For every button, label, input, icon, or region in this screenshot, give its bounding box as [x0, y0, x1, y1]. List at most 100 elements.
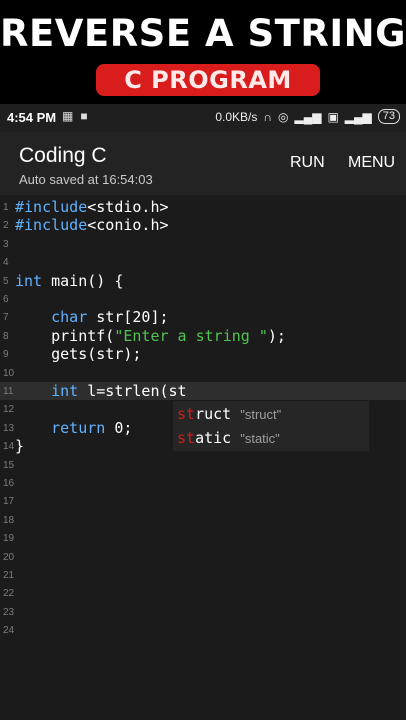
status-bar: 4:54 PM ▦ ■ 0.0KB/s ∩ ◎ ▂▄▆ ▣ ▂▄▆ 73 — [0, 104, 406, 132]
code-token: <stdio.h> — [87, 198, 169, 216]
line-number: 11 — [3, 386, 14, 397]
code-line[interactable]: 15 — [0, 456, 406, 474]
volte-icon: ▣ — [327, 109, 339, 124]
menu-button[interactable]: MENU — [348, 154, 395, 172]
app-toolbar: Coding C Auto saved at 16:54:03 RUN MENU — [0, 132, 406, 195]
line-number: 7 — [3, 312, 9, 324]
line-number: 22 — [3, 588, 15, 600]
code-editor[interactable]: 1 #include<stdio.h> 2 #include<conio.h> 3 4 5 i… — [0, 195, 406, 720]
suggestion-hint: "struct" — [240, 407, 282, 422]
code-keyword: char — [51, 308, 88, 327]
code-keyword: return — [51, 418, 106, 437]
suggestion-rest: ruct — [195, 405, 232, 423]
battery-indicator: 73 — [377, 109, 400, 124]
autosave-status: Auto saved at 16:54:03 — [19, 172, 153, 187]
line-number: 19 — [3, 533, 15, 545]
code-line[interactable]: 4 — [0, 253, 406, 271]
signal-icon: ▂▄▆ — [294, 109, 322, 124]
code-line[interactable]: 17 — [0, 492, 406, 510]
code-token: <conio.h> — [87, 216, 169, 235]
code-token: gets(str); — [15, 345, 142, 364]
line-number: 6 — [3, 294, 9, 305]
code-line[interactable]: 9 gets(str); — [0, 345, 406, 363]
line-number: 9 — [3, 349, 9, 361]
code-line[interactable]: 20 — [0, 548, 406, 566]
video-banner: REVERSE A STRING C PROGRAM — [0, 0, 406, 104]
autocomplete-popup: struct "struct" static "static" — [173, 401, 369, 451]
banner-subtitle: C PROGRAM — [96, 64, 320, 96]
line-number: 3 — [3, 238, 9, 250]
line-number: 16 — [3, 478, 15, 489]
code-text: #include<stdio.h> — [15, 198, 169, 216]
notification-icon: ▦ — [62, 109, 74, 123]
code-keyword: int — [51, 382, 79, 400]
code-token: } — [15, 437, 25, 456]
code-line[interactable]: 11 int l=strlen(st — [0, 382, 406, 400]
code-token: 0; — [105, 418, 133, 437]
code-line[interactable]: 24 — [0, 621, 406, 639]
code-text: int l=strlen(st — [15, 382, 187, 400]
code-text: } — [15, 437, 24, 455]
code-token: ); — [267, 326, 286, 345]
suggestion-rest: atic — [195, 429, 232, 447]
line-number: 23 — [3, 606, 15, 618]
line-number: 15 — [3, 459, 15, 471]
line-number: 24 — [3, 625, 15, 637]
code-text: printf("Enter a string "); — [15, 327, 286, 345]
code-token: l=strlen(st — [78, 382, 187, 400]
suggestion-match: st — [177, 405, 196, 423]
code-string: "Enter a string " — [114, 326, 268, 345]
app-title: Coding C — [19, 144, 107, 167]
code-line[interactable]: 1 #include<stdio.h> — [0, 198, 406, 216]
line-number: 1 — [3, 202, 9, 213]
autocomplete-item[interactable]: struct "struct" — [177, 402, 281, 426]
code-token: printf( — [15, 326, 115, 345]
autocomplete-item[interactable]: static "static" — [177, 426, 280, 450]
code-line[interactable]: 2 #include<conio.h> — [0, 216, 406, 234]
code-keyword: #include — [15, 198, 88, 216]
line-number: 13 — [3, 422, 15, 434]
code-line[interactable]: 16 — [0, 474, 406, 492]
code-text: int main() { — [15, 272, 123, 290]
code-text: #include<conio.h> — [15, 216, 169, 234]
code-line[interactable]: 6 — [0, 290, 406, 308]
code-line[interactable]: 8 printf("Enter a string "); — [0, 327, 406, 345]
signal-4g-icon: ▂▄▆ — [344, 109, 372, 124]
line-number: 8 — [3, 330, 9, 342]
code-line[interactable]: 23 — [0, 603, 406, 621]
network-speed: 0.0KB/s — [215, 109, 258, 124]
code-line[interactable]: 10 — [0, 364, 406, 382]
line-number: 4 — [3, 257, 9, 269]
code-keyword: int — [15, 271, 43, 290]
code-text: char str[20]; — [15, 308, 169, 327]
line-number: 20 — [3, 551, 15, 563]
line-number: 5 — [3, 275, 9, 287]
line-number: 17 — [3, 496, 15, 508]
code-token: str[20]; — [87, 308, 169, 327]
status-time: 4:54 PM — [7, 110, 57, 125]
line-number: 2 — [3, 220, 9, 232]
code-line[interactable]: 7 char str[20]; — [0, 308, 406, 326]
code-line[interactable]: 21 — [0, 566, 406, 584]
code-text: return 0; — [15, 419, 132, 437]
video-icon: ■ — [80, 109, 88, 123]
line-number: 10 — [3, 367, 15, 379]
code-token: main() { — [42, 271, 124, 290]
code-text: gets(str); — [15, 345, 141, 363]
alarm-icon: ◎ — [277, 109, 289, 124]
code-line[interactable]: 5 int main() { — [0, 272, 406, 290]
suggestion-match: st — [177, 429, 196, 447]
code-line[interactable]: 18 — [0, 511, 406, 529]
banner-title: REVERSE A STRING — [0, 12, 406, 55]
code-line[interactable]: 3 — [0, 235, 406, 253]
line-number: 12 — [3, 404, 15, 416]
line-number: 21 — [3, 570, 15, 581]
suggestion-hint: "static" — [240, 431, 280, 446]
code-line[interactable]: 22 — [0, 584, 406, 602]
run-button[interactable]: RUN — [290, 154, 325, 172]
code-line[interactable]: 19 — [0, 529, 406, 547]
line-number: 14 — [3, 441, 15, 453]
code-keyword: #include — [15, 216, 88, 235]
